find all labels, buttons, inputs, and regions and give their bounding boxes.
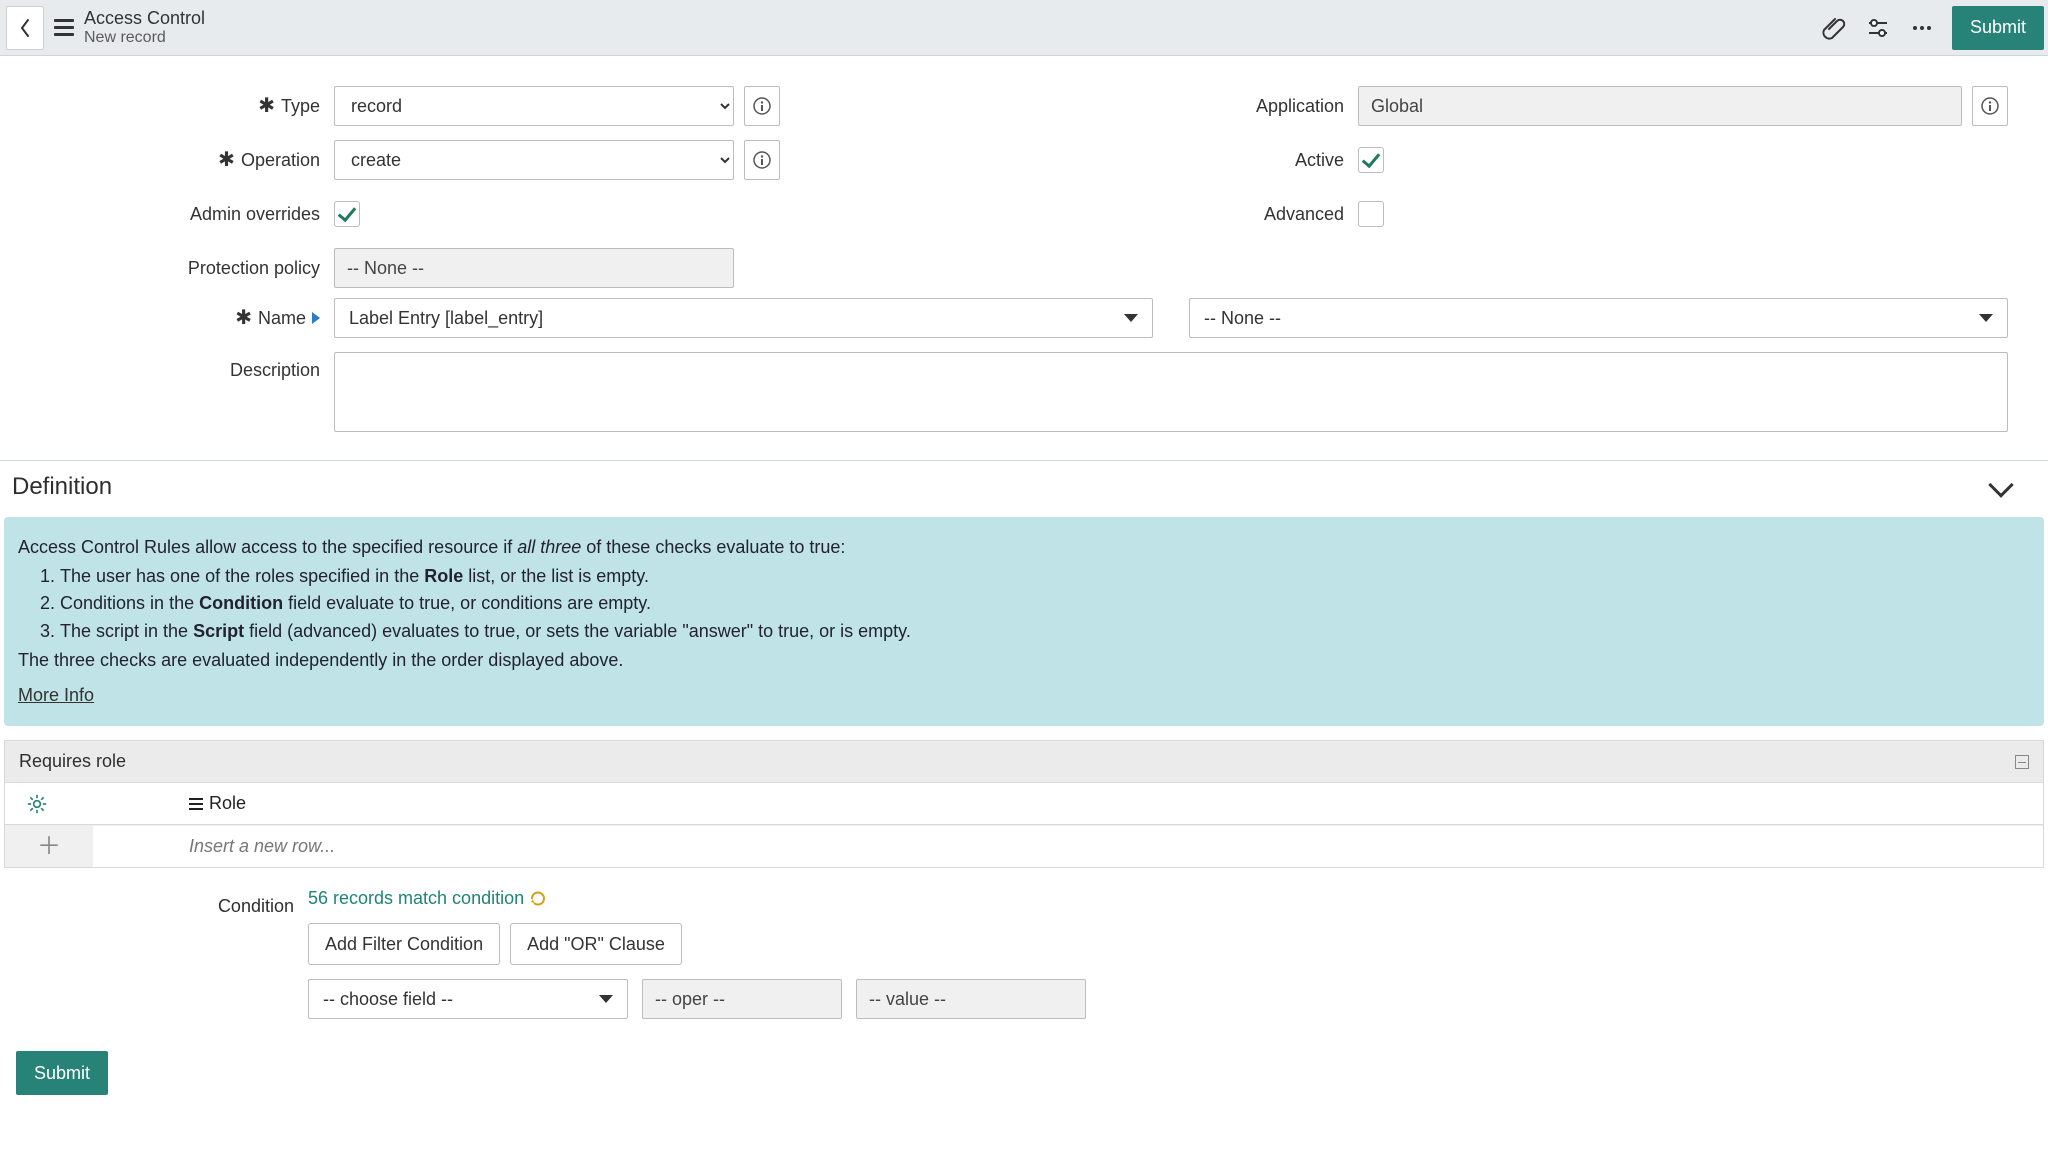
label-active: Active [1295,150,1344,171]
label-condition: Condition [218,896,294,916]
callout-rule-3: The script in the Script field (advanced… [60,619,2030,644]
name-table-dropdown[interactable]: Label Entry [label_entry] [334,298,1153,338]
requires-role-section: Requires role Role ＋ Insert a new row... [4,740,2044,868]
label-application: Application [1256,96,1344,117]
definition-callout: Access Control Rules allow access to the… [4,517,2044,726]
page-subtitle: New record [84,29,205,47]
back-button[interactable] [6,6,44,50]
label-name: Name [258,308,306,329]
caret-down-icon [1979,314,1993,322]
chevron-left-icon [19,18,31,38]
submit-button-bottom[interactable]: Submit [16,1051,108,1095]
application-info-button[interactable] [1972,86,2008,126]
gear-icon [27,794,47,814]
name-field-dropdown[interactable]: -- None -- [1189,298,2008,338]
advanced-checkbox[interactable] [1358,201,1384,227]
label-advanced: Advanced [1264,204,1344,225]
caret-down-icon [1124,314,1138,322]
more-info-link[interactable]: More Info [18,685,94,705]
required-icon: ✱ [218,150,235,170]
header-bar: Access Control New record Submit [0,0,2048,56]
filter-operator-field: -- oper -- [642,979,842,1019]
info-icon [1981,97,1999,115]
requires-role-title: Requires role [19,751,126,772]
form-col-right: Application Global Active Advanced [1064,86,2008,288]
required-icon: ✱ [235,308,252,328]
burger-line-icon [54,19,74,22]
chevron-down-icon [1988,472,2013,497]
caret-down-icon [599,995,613,1003]
page-title: Access Control [84,8,205,29]
sliders-icon [1866,16,1890,40]
role-table-header-row: Role [5,783,2043,825]
description-textarea[interactable] [334,352,2008,432]
burger-line-icon [54,26,74,29]
form-top: ✱ Type record ✱ Operation create [0,56,2048,298]
filter-field-dropdown[interactable]: -- choose field -- [308,979,628,1019]
insert-row-placeholder: Insert a new row... [189,836,335,857]
info-icon [753,151,771,169]
required-icon: ✱ [258,96,275,116]
add-or-clause-button[interactable]: Add "OR" Clause [510,923,682,965]
label-protection-policy: Protection policy [188,258,320,279]
role-column-menu[interactable]: Role [189,793,246,814]
paperclip-icon [1822,16,1846,40]
menu-button[interactable] [54,19,74,36]
table-settings-button[interactable] [27,794,47,814]
condition-block: Condition 56 records match condition Add… [0,888,2048,1043]
submit-button[interactable]: Submit [1952,6,2044,50]
condition-match-link[interactable]: 56 records match condition [308,888,2034,909]
type-info-button[interactable] [744,86,780,126]
callout-outro: The three checks are evaluated independe… [18,648,2030,673]
refresh-icon [530,891,546,907]
callout-rule-1: The user has one of the roles specified … [60,564,2030,589]
definition-section-header[interactable]: Definition [0,460,2048,513]
add-filter-condition-button[interactable]: Add Filter Condition [308,923,500,965]
role-table-insert-row[interactable]: ＋ Insert a new row... [5,825,2043,867]
bottom-bar: Submit [0,1043,2048,1115]
operation-info-button[interactable] [744,140,780,180]
hamburger-icon [189,798,203,810]
label-description: Description [230,360,320,381]
filter-value-field: -- value -- [856,979,1086,1019]
collapse-icon[interactable] [2015,755,2029,769]
burger-line-icon [54,33,74,36]
attachments-button[interactable] [1814,8,1854,48]
more-actions-button[interactable] [1902,8,1942,48]
form-col-left: ✱ Type record ✱ Operation create [40,86,984,288]
label-type: Type [281,96,320,117]
type-select[interactable]: record [334,86,734,126]
label-operation: Operation [241,150,320,171]
form-fullwidth: ✱ Name Label Entry [label_entry] -- None… [0,298,2048,460]
admin-overrides-checkbox[interactable] [334,201,360,227]
definition-title: Definition [12,473,112,501]
label-admin-overrides: Admin overrides [190,204,320,225]
header-title-block: Access Control New record [84,8,205,47]
callout-rule-2: Conditions in the Condition field evalua… [60,591,2030,616]
personalize-button[interactable] [1858,8,1898,48]
more-horizontal-icon [1910,16,1934,40]
info-icon [753,97,771,115]
operation-select[interactable]: create [334,140,734,180]
application-field: Global [1358,86,1962,126]
reference-icon[interactable] [312,312,320,324]
protection-policy-field: -- None -- [334,248,734,288]
active-checkbox[interactable] [1358,147,1384,173]
